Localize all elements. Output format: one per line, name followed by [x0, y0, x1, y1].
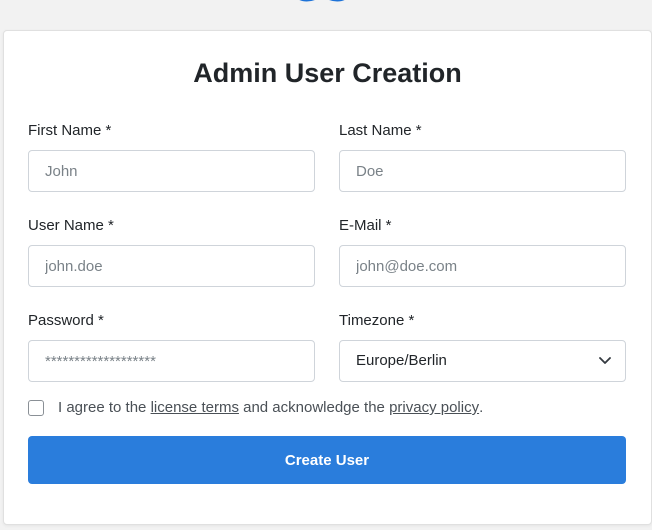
chevron-down-icon — [599, 357, 611, 364]
user-name-input[interactable] — [28, 245, 315, 287]
agree-terms-row: I agree to the license terms and acknowl… — [28, 399, 483, 416]
first-name-label: First Name * — [28, 122, 112, 139]
admin-user-form-card: Admin User Creation First Name * Last Na… — [3, 30, 652, 525]
logo-icon — [299, 0, 345, 2]
agree-checkbox[interactable] — [28, 399, 44, 416]
timezone-select[interactable]: Europe/Berlin — [339, 340, 626, 382]
timezone-group: Timezone * Europe/Berlin — [339, 310, 626, 382]
first-name-group: First Name * — [28, 120, 315, 192]
password-label: Password * — [28, 312, 104, 329]
agree-suffix: . — [479, 399, 484, 416]
user-name-group: User Name * — [28, 215, 315, 287]
last-name-input[interactable] — [339, 150, 626, 192]
timezone-value: Europe/Berlin — [356, 352, 447, 369]
password-group: Password * — [28, 310, 315, 382]
email-input[interactable] — [339, 245, 626, 287]
agree-middle: and acknowledge the — [243, 399, 385, 416]
email-group: E-Mail * — [339, 215, 626, 287]
email-label: E-Mail * — [339, 217, 392, 234]
timezone-label: Timezone * — [339, 312, 415, 329]
password-input[interactable] — [28, 340, 315, 382]
page-title: Admin User Creation — [193, 58, 462, 88]
first-name-input[interactable] — [28, 150, 315, 192]
user-name-label: User Name * — [28, 217, 114, 234]
create-user-button[interactable]: Create User — [28, 436, 626, 484]
license-terms-link[interactable]: license terms — [151, 399, 239, 416]
last-name-label: Last Name * — [339, 122, 422, 139]
last-name-group: Last Name * — [339, 120, 626, 192]
agree-prefix: I agree to the — [58, 399, 147, 416]
privacy-policy-link[interactable]: privacy policy — [389, 399, 479, 416]
